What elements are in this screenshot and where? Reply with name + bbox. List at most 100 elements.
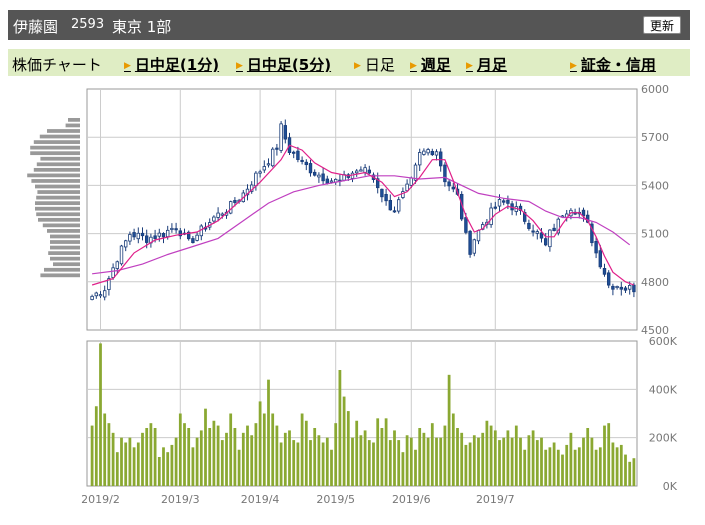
volume-bar [313,428,317,486]
volume-bar [283,432,287,486]
candle [396,199,401,212]
candle [216,212,220,218]
volume-bar [99,343,102,486]
volume-bar [178,413,182,486]
candle [392,210,397,213]
volume-profile-bar [42,223,80,228]
candle [170,227,174,230]
volume-bar [489,425,493,486]
volume-bar [136,442,140,486]
x-tick-label: 2019/2 [81,493,120,506]
volume-bar [565,444,569,486]
candle [497,199,502,207]
volume-bar [569,432,573,486]
volume-bar [514,425,518,486]
volume-profile-bar [35,206,80,211]
candle [611,285,615,290]
volume-bar [262,413,266,486]
stock-chart: 4500480051005400570060002019/2 2019/3 2019… [27,83,678,506]
x-tick-label: 2019/4 [241,493,280,506]
volume-bar [397,440,401,486]
volume-profile-bar [36,162,80,167]
candle [123,240,128,248]
volume-bar [393,430,396,486]
candle [417,152,422,166]
candle [506,199,510,204]
candle [102,290,107,298]
price-panel [86,88,638,331]
volume-bar [594,449,598,486]
candle [153,235,157,239]
x-tick-label: 2019/6 [392,493,431,506]
volume-bar [325,437,329,486]
candle [296,150,300,160]
volume-bar [384,418,388,486]
volume-bar [540,437,543,486]
candle [447,181,451,187]
volume-bar [128,437,132,486]
volume-bar [590,437,594,486]
candle [161,233,166,238]
volume-bar [464,444,468,486]
candle [539,232,544,239]
candle [191,238,195,244]
volume-bar [380,428,384,486]
price-tick-label: 6000 [641,83,669,96]
candle [632,284,636,293]
candle [535,231,540,234]
candle [270,148,275,167]
price-tick-label: 4800 [641,276,669,289]
candle [531,230,535,233]
volume-bar [577,447,581,486]
volume-bar [195,437,199,486]
candle [258,171,262,174]
volume-bar [212,420,216,486]
volume-profile-bar [65,123,80,128]
candle [275,147,279,150]
volume-bar [388,440,392,486]
candle [136,232,141,240]
volume-bar [422,432,426,486]
volume-bar [607,423,611,486]
volume-bar [456,428,459,486]
volume-bar [279,442,283,486]
volume-bar [359,435,363,486]
volume-bar [115,452,119,486]
candle [426,149,430,154]
volume-bar [548,447,552,486]
volume-bar [506,430,510,486]
candle [472,239,477,254]
volume-profile-bar [53,262,80,267]
volume-bar [124,442,128,486]
volume-profile-bar [33,167,80,172]
volume-profile-bar [68,118,80,122]
volume-bar [229,413,233,486]
candle [367,169,372,174]
volume-profile-bar [35,201,80,206]
volume-bar [443,425,447,486]
volume-profile-bar [50,256,80,261]
candle [388,199,393,211]
volume-bar [334,423,338,486]
candle [354,170,359,174]
candle [451,186,456,190]
volume-bar [372,442,375,486]
volume-bar [304,420,308,486]
volume-bar [225,432,228,486]
volume-bar [166,452,170,486]
candle [606,272,611,286]
candle [438,151,443,167]
volume-bar [208,428,212,486]
volume-bar [199,430,203,486]
candle [325,178,330,184]
volume-bar [321,442,325,486]
candle [111,267,115,278]
volume-bar [611,442,615,486]
volume-bar [460,432,464,486]
x-tick-label: 2019/3 [161,493,200,506]
volume-bar [254,423,258,486]
volume-bar [451,413,455,486]
candle [321,173,325,182]
candle [594,240,598,254]
volume-bar [426,437,430,486]
